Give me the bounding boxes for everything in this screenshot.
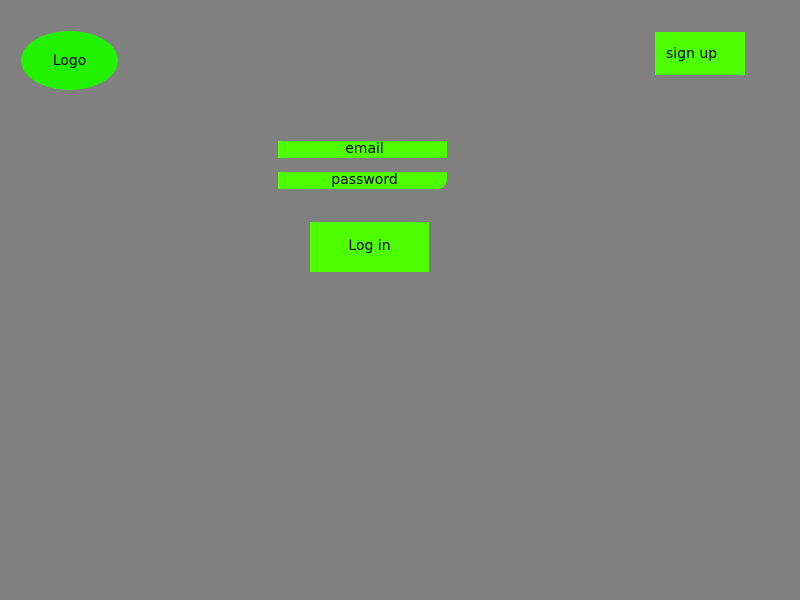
logo: Logo — [21, 31, 118, 90]
logo-label: Logo — [52, 52, 87, 69]
email-field-label: email — [345, 141, 384, 157]
password-field[interactable]: password — [278, 172, 447, 189]
password-field-label: password — [331, 172, 398, 188]
log-in-button[interactable]: Log in — [310, 222, 429, 272]
sign-up-button[interactable]: sign up — [655, 32, 745, 75]
email-field[interactable]: email — [278, 141, 447, 158]
log-in-label: Log in — [348, 238, 391, 254]
sign-up-label: sign up — [666, 45, 718, 62]
